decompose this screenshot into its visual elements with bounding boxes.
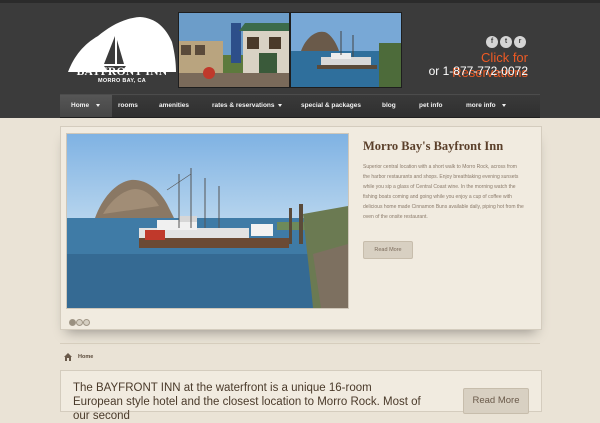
slide-read-more-button[interactable]: Read More [363,241,413,259]
rss-icon[interactable]: r [514,36,526,48]
slide-description: Superior central location with a short w… [363,164,524,220]
featured-slider: Morro Bay's Bayfront Inn Superior centra… [60,126,542,330]
chevron-down-icon [278,104,282,107]
phone-number[interactable]: or 1-877-772-0072 [404,64,528,78]
twitter-icon[interactable]: t [500,36,512,48]
nav-item-amenities[interactable]: amenities [159,95,189,117]
slider-dot-2[interactable] [76,319,83,326]
slide-image-morro-rock-harbor[interactable] [66,133,349,309]
facebook-icon[interactable]: f [486,36,498,48]
nav-item-rooms[interactable]: rooms [118,95,138,117]
harbor-photo [290,12,402,88]
chevron-down-icon [96,104,100,107]
nav-item-more-info[interactable]: more info [466,95,496,117]
nav-item-special-packages[interactable]: special & packages [301,95,361,117]
slide-title: Morro Bay's Bayfront Inn [363,139,504,153]
intro-panel: The BAYFRONT INN at the waterfront is a … [60,370,542,422]
slider-dot-1[interactable] [69,319,76,326]
logo-location: MORRO BAY, CA [97,78,146,84]
header-top-line [0,0,600,3]
home-icon[interactable] [64,353,72,361]
logo-name: BAYFRONT INN [76,66,168,78]
nav-item-home[interactable]: Home [71,95,89,117]
intro-text: The BAYFRONT INN at the waterfront is a … [73,382,421,422]
intro-read-more-button[interactable]: Read More [463,388,529,414]
breadcrumb-current: Home [78,354,94,360]
nav-item-blog[interactable]: blog [382,95,396,117]
nav-item-pet-info[interactable]: pet info [419,95,442,117]
nav-item-rates-reservations[interactable]: rates & reservations [212,95,275,117]
slider-dot-3[interactable] [83,319,90,326]
inn-exterior-photo [178,12,290,88]
breadcrumb: Home [60,343,540,361]
main-nav: Home rooms amenities rates & reservation… [60,94,540,118]
chevron-down-icon [502,104,506,107]
